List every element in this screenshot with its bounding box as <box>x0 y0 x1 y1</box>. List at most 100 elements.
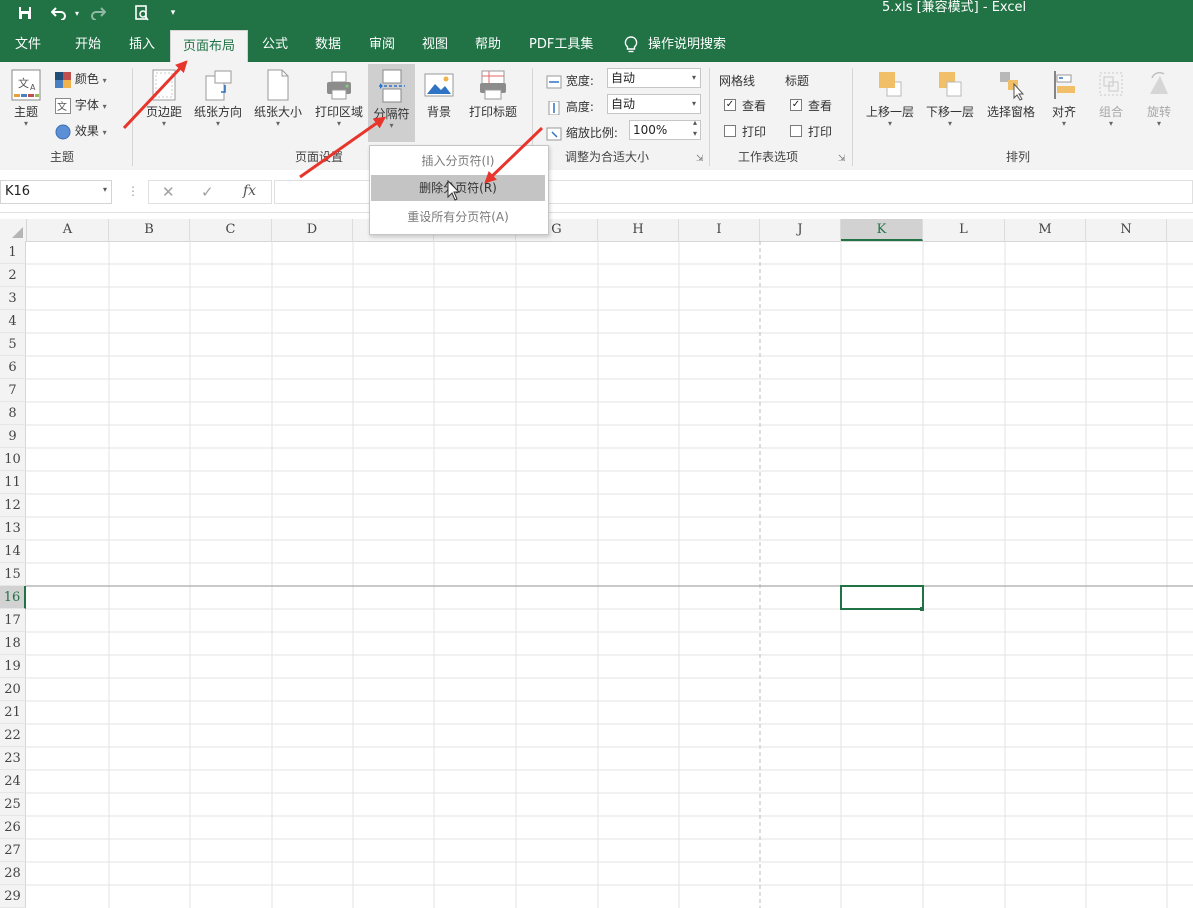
scale-spinner[interactable]: 100% ▴ ▾ <box>629 118 701 140</box>
redo-icon[interactable] <box>88 3 108 23</box>
tab-review[interactable]: 审阅 <box>369 28 395 62</box>
dialog-launcher-icon[interactable]: ⇲ <box>696 154 704 164</box>
insert-function-icon[interactable]: fx <box>243 183 256 199</box>
print-preview-icon[interactable] <box>132 3 152 23</box>
breaks-button[interactable]: 分隔符 ▾ <box>368 64 415 142</box>
rotate-button[interactable]: 旋转 ▾ <box>1139 68 1179 129</box>
dialog-launcher-icon[interactable]: ⇲ <box>838 154 846 164</box>
tell-me-search[interactable]: 操作说明搜索 <box>624 28 726 62</box>
row-header[interactable]: 2 <box>0 264 26 287</box>
customize-icon[interactable]: ▾ <box>166 3 180 23</box>
row-header[interactable]: 13 <box>0 517 26 540</box>
row-header[interactable]: 18 <box>0 632 26 655</box>
row-header[interactable]: 24 <box>0 770 26 793</box>
theme-effects-button[interactable]: 效果 ▾ <box>55 122 107 140</box>
menu-item-reset-all-page-breaks[interactable]: 重设所有分页符(A) <box>371 204 545 230</box>
tab-insert[interactable]: 插入 <box>129 28 155 62</box>
row-header[interactable]: 4 <box>0 310 26 333</box>
row-header[interactable]: 9 <box>0 425 26 448</box>
gridlines-print-checkbox[interactable] <box>724 125 736 137</box>
send-backward-button[interactable]: 下移一层 ▾ <box>921 68 979 129</box>
undo-dropdown-icon[interactable]: ▾ <box>72 3 82 23</box>
row-header[interactable]: 1 <box>0 241 26 264</box>
print-area-button[interactable]: 打印区域 ▾ <box>310 68 368 129</box>
row-header[interactable]: 3 <box>0 287 26 310</box>
undo-icon[interactable] <box>48 3 70 23</box>
row-header[interactable]: 28 <box>0 862 26 885</box>
save-icon[interactable] <box>14 3 36 23</box>
size-button[interactable]: 纸张大小 ▾ <box>249 68 307 129</box>
bring-forward-button[interactable]: 上移一层 ▾ <box>861 68 919 129</box>
row-header[interactable]: 19 <box>0 655 26 678</box>
column-header[interactable]: N <box>1086 219 1167 241</box>
group-button[interactable]: 组合 ▾ <box>1091 68 1131 129</box>
row-header[interactable]: 7 <box>0 379 26 402</box>
bring-forward-label: 上移一层 <box>865 105 914 119</box>
row-header[interactable]: 21 <box>0 701 26 724</box>
theme-colors-button[interactable]: 颜色 ▾ <box>55 70 107 88</box>
tab-page-layout[interactable]: 页面布局 <box>170 30 249 63</box>
column-header-selected[interactable]: K <box>841 219 923 241</box>
tab-formulas[interactable]: 公式 <box>262 28 288 62</box>
align-button[interactable]: 对齐 ▾ <box>1046 68 1082 129</box>
row-header-selected[interactable]: 16 <box>0 586 26 609</box>
select-all-corner[interactable] <box>0 219 27 241</box>
row-header[interactable]: 5 <box>0 333 26 356</box>
row-header[interactable]: 25 <box>0 793 26 816</box>
tab-home[interactable]: 开始 <box>75 28 101 62</box>
background-button[interactable]: 背景 <box>419 68 459 119</box>
height-select[interactable]: 自动 ▾ <box>607 94 701 114</box>
selected-cell[interactable] <box>840 585 924 610</box>
row-header[interactable]: 22 <box>0 724 26 747</box>
selection-pane-button[interactable]: 选择窗格 <box>982 68 1040 119</box>
row-header[interactable]: 14 <box>0 540 26 563</box>
headings-view-checkbox[interactable]: ✓ <box>790 99 802 111</box>
gridlines-view-checkbox[interactable]: ✓ <box>724 99 736 111</box>
tab-view[interactable]: 视图 <box>422 28 448 62</box>
row-header[interactable]: 27 <box>0 839 26 862</box>
spin-up-icon[interactable]: ▴ <box>693 118 697 128</box>
row-header[interactable]: 8 <box>0 402 26 425</box>
column-header[interactable]: B <box>109 219 190 241</box>
row-header[interactable]: 23 <box>0 747 26 770</box>
ribbon-tabs: 文件 开始 插入 页面布局 公式 数据 审阅 视图 帮助 PDF工具集 操作说明… <box>0 28 1193 63</box>
tab-data[interactable]: 数据 <box>315 28 341 62</box>
column-header[interactable]: C <box>190 219 272 241</box>
row-header[interactable]: 17 <box>0 609 26 632</box>
row-header[interactable]: 15 <box>0 563 26 586</box>
theme-fonts-button[interactable]: 文 字体 ▾ <box>55 96 107 114</box>
themes-button[interactable]: 文 A 主题 ▾ <box>6 68 46 129</box>
headings-print-checkbox[interactable] <box>790 125 802 137</box>
column-header[interactable]: M <box>1005 219 1086 241</box>
column-header[interactable]: A <box>27 219 109 241</box>
palette-icon <box>55 71 71 88</box>
tab-pdf-tools[interactable]: PDF工具集 <box>529 28 593 62</box>
cell-grid[interactable] <box>26 241 1193 908</box>
row-header[interactable]: 12 <box>0 494 26 517</box>
row-header[interactable]: 6 <box>0 356 26 379</box>
width-select[interactable]: 自动 ▾ <box>607 68 701 88</box>
enter-icon[interactable]: ✓ <box>201 183 214 201</box>
row-header[interactable]: 26 <box>0 816 26 839</box>
row-header[interactable]: 29 <box>0 885 26 908</box>
tab-help[interactable]: 帮助 <box>475 28 501 62</box>
fill-handle[interactable] <box>920 607 924 611</box>
chevron-down-icon: ▾ <box>1061 119 1066 128</box>
print-titles-button[interactable]: 打印标题 <box>463 68 523 119</box>
menu-item-insert-page-break[interactable]: 插入分页符(I) <box>371 148 545 174</box>
row-header[interactable]: 11 <box>0 471 26 494</box>
spin-down-icon[interactable]: ▾ <box>693 129 697 139</box>
column-header[interactable]: H <box>598 219 679 241</box>
margins-button[interactable]: 页边距 ▾ <box>140 68 188 129</box>
row-header[interactable]: 20 <box>0 678 26 701</box>
tab-file[interactable]: 文件 <box>15 28 41 62</box>
cancel-icon[interactable]: ✕ <box>162 183 175 201</box>
themes-label: 主题 <box>13 105 38 119</box>
row-header[interactable]: 10 <box>0 448 26 471</box>
column-header[interactable]: I <box>679 219 760 241</box>
orientation-button[interactable]: 纸张方向 ▾ <box>189 68 247 129</box>
column-header[interactable]: D <box>272 219 353 241</box>
name-box[interactable]: K16 ▾ <box>0 180 112 204</box>
column-header[interactable]: J <box>760 219 841 241</box>
column-header[interactable]: L <box>923 219 1005 241</box>
